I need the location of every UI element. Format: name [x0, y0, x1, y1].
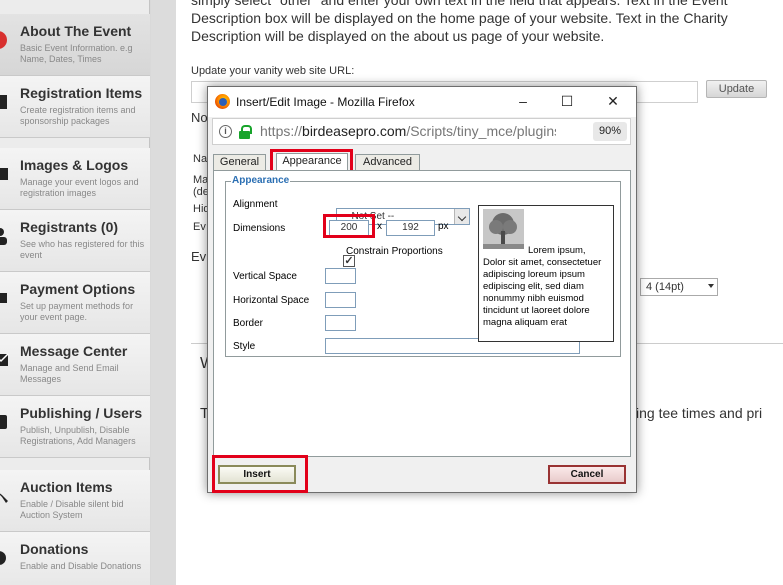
fieldset-legend: Appearance	[231, 175, 291, 186]
font-size-value: 4 (14pt)	[646, 281, 684, 293]
sidebar-item-desc: Manage and Send Email Messages	[20, 363, 119, 384]
sidebar-item-desc: Set up payment methods for your event pa…	[20, 301, 134, 322]
firefox-icon	[215, 94, 230, 109]
dimension-separator: x	[377, 221, 382, 232]
sidebar: About The Event Basic Event Information.…	[0, 0, 150, 585]
border-input[interactable]	[325, 315, 356, 331]
url-prefix: https://	[260, 123, 303, 139]
donation-icon	[0, 551, 6, 565]
sidebar-item-registration[interactable]: Registration Items Create registration i…	[0, 76, 150, 138]
lock-icon	[239, 125, 252, 139]
insert-image-window: Insert/Edit Image - Mozilla Firefox – ☐ …	[207, 86, 637, 493]
insert-highlight	[212, 455, 308, 493]
sidebar-item-desc: Enable / Disable silent bid Auction Syst…	[20, 499, 124, 520]
info-icon[interactable]: i	[219, 125, 232, 138]
dimensions-label: Dimensions	[233, 223, 286, 234]
sidebar-item-donations[interactable]: Donations Enable and Disable Donations	[0, 532, 150, 585]
envelope-icon	[0, 353, 9, 366]
registration-icon	[0, 95, 7, 109]
font-size-select[interactable]: 4 (14pt)	[640, 278, 718, 296]
sidebar-item-auction[interactable]: Auction Items Enable / Disable silent bi…	[0, 470, 150, 532]
bg-text-fragment: Ma	[193, 174, 209, 186]
bg-text-fragment: Ev	[191, 249, 207, 264]
sidebar-item-payment[interactable]: Payment Options Set up payment methods f…	[0, 272, 150, 334]
url-domain: birdeasepro.com	[302, 123, 407, 139]
payment-icon	[0, 293, 7, 303]
sidebar-item-desc: Enable and Disable Donations	[20, 561, 142, 571]
sidebar-item-title: Payment Options	[20, 281, 136, 297]
height-input[interactable]: 192	[386, 220, 435, 236]
url-path: /Scripts/tiny_mce/plugins/adv	[406, 123, 556, 139]
about-icon	[0, 31, 7, 49]
image-icon	[0, 168, 8, 180]
sidebar-item-desc: Manage your event logos and registration…	[20, 177, 139, 198]
style-label: Style	[233, 341, 256, 352]
sidebar-item-title: Donations	[20, 541, 89, 557]
preview-text: Lorem ipsum, Dolor sit amet, consectetue…	[483, 245, 602, 328]
dimension-unit: px	[438, 221, 449, 232]
appearance-panel: Appearance Alignment -- Not Set -- Dimen…	[213, 170, 631, 457]
sidebar-item-title: Message Center	[20, 343, 128, 359]
sidebar-item-desc: Publish, Unpublish, Disable Registration…	[20, 425, 136, 446]
appearance-fieldset: Appearance Alignment -- Not Set -- Dimen…	[225, 175, 621, 357]
cancel-button[interactable]: Cancel	[548, 465, 626, 484]
close-icon[interactable]: ✕	[598, 91, 628, 111]
sidebar-item-about[interactable]: About The Event Basic Event Information.…	[0, 14, 150, 76]
intro-text: simply select "other" and enter your own…	[191, 0, 728, 44]
vanity-url-label: Update your vanity web site URL:	[191, 65, 355, 77]
constrain-proportions-label: Constrain Proportions	[346, 246, 443, 257]
window-title: Insert/Edit Image - Mozilla Firefox	[236, 95, 415, 109]
sidebar-item-desc: Basic Event Information. e.g Name, Dates…	[20, 43, 133, 64]
chevron-down-icon	[708, 284, 714, 288]
border-label: Border	[233, 318, 264, 329]
horizontal-space-input[interactable]	[325, 292, 356, 308]
sidebar-item-title: Registrants (0)	[20, 219, 119, 235]
people-icon	[0, 228, 7, 245]
dimensions-highlight	[323, 214, 375, 238]
sidebar-item-title: Images & Logos	[20, 157, 129, 173]
horizontal-space-label: Horizontal Space	[233, 295, 310, 306]
sidebar-item-registrants[interactable]: Registrants (0) See who has registered f…	[0, 210, 150, 272]
url-bar[interactable]: i https://birdeasepro.com/Scripts/tiny_m…	[212, 118, 631, 145]
gavel-icon	[0, 493, 8, 503]
sidebar-item-messages[interactable]: Message Center Manage and Send Email Mes…	[0, 334, 150, 396]
vertical-space-input[interactable]	[325, 268, 356, 284]
bg-text-fragment: No	[191, 110, 208, 125]
sidebar-item-title: Publishing / Users	[20, 405, 143, 421]
maximize-icon[interactable]: ☐	[552, 91, 582, 111]
sidebar-item-title: Registration Items	[20, 85, 143, 101]
chevron-down-icon	[454, 209, 469, 224]
minimize-icon[interactable]: –	[508, 91, 538, 111]
sidebar-item-desc: Create registration items and sponsorshi…	[20, 105, 136, 126]
sidebar-item-title: About The Event	[20, 23, 132, 39]
tab-advanced[interactable]: Advanced	[355, 154, 420, 170]
publish-icon	[0, 415, 7, 429]
sidebar-item-desc: See who has registered for this event	[20, 239, 145, 260]
zoom-indicator[interactable]: 90%	[593, 122, 627, 141]
gutter	[151, 0, 176, 585]
bg-text-fragment: Ev	[193, 221, 206, 233]
update-button[interactable]: Update	[706, 80, 767, 98]
sidebar-item-images[interactable]: Images & Logos Manage your event logos a…	[0, 148, 150, 210]
bg-text-fragment: Na	[193, 153, 208, 165]
vertical-space-label: Vertical Space	[233, 271, 297, 282]
image-preview: Lorem ipsum, Dolor sit amet, consectetue…	[478, 205, 614, 342]
editor-text: ing tee times and pri	[636, 405, 763, 421]
alignment-label: Alignment	[233, 199, 278, 210]
tab-general[interactable]: General	[213, 154, 266, 170]
preview-image	[483, 209, 524, 249]
sidebar-item-title: Auction Items	[20, 479, 113, 495]
sidebar-item-publishing[interactable]: Publishing / Users Publish, Unpublish, D…	[0, 396, 150, 458]
window-titlebar: Insert/Edit Image - Mozilla Firefox – ☐ …	[208, 87, 636, 117]
url-text[interactable]: https://birdeasepro.com/Scripts/tiny_mce…	[260, 123, 556, 139]
